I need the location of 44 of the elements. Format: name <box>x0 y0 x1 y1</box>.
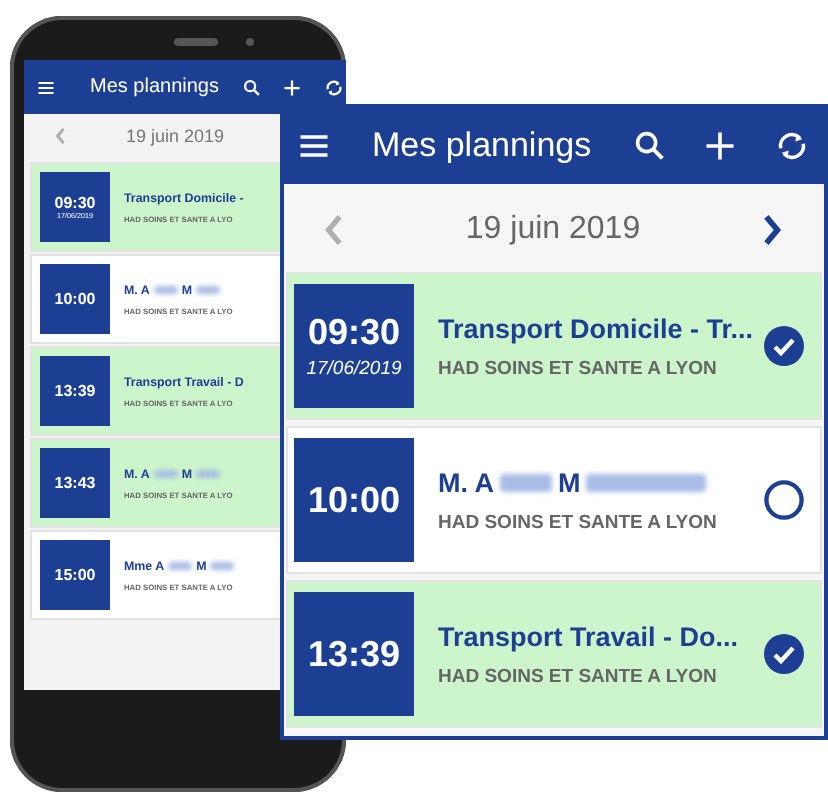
appointment-time: 10:00 <box>54 290 96 308</box>
screen-title: Mes plannings <box>90 76 219 98</box>
organization-name: HAD SOINS ET SANTE A LYON <box>438 665 719 687</box>
appointment-time: 13:39 <box>307 633 401 675</box>
search-icon[interactable] <box>631 128 668 164</box>
add-icon[interactable] <box>282 77 303 97</box>
appointment-card[interactable]: 10:00 M. A M HAD SOINS ET SANTE A LYON <box>288 428 820 572</box>
day-label: 19 juin 2019 <box>465 211 641 247</box>
redaction-blur <box>210 562 235 570</box>
appointment-card[interactable]: 09:30 17/06/2019 Transport Domicile - Tr... HAD SOINS ET SANTE A LYON <box>288 274 820 418</box>
redaction-blur <box>586 473 707 491</box>
appointment-title: Transport Domicile - Tr... <box>438 313 756 343</box>
patient-name: M <box>558 467 581 497</box>
check-circle-icon[interactable] <box>764 326 804 366</box>
redaction-blur <box>153 470 178 478</box>
patient-name: M. A <box>438 467 494 497</box>
redaction-blur <box>168 562 193 570</box>
appointment-time: 13:43 <box>54 474 96 492</box>
redaction-blur <box>196 286 220 294</box>
appointment-time: 13:39 <box>54 382 96 400</box>
refresh-icon[interactable] <box>773 128 810 164</box>
appointment-time: 15:00 <box>54 566 96 584</box>
day-label: 19 juin 2019 <box>126 126 225 146</box>
screen-title: Mes plannings <box>372 126 592 166</box>
appointment-card[interactable]: 13:39 Transport Travail - Do... HAD SOINS ET SANTE A LYON <box>288 582 820 726</box>
empty-circle-icon[interactable] <box>764 480 804 520</box>
appointment-time: 09:30 <box>54 194 96 212</box>
check-circle-icon[interactable] <box>764 634 804 674</box>
search-icon[interactable] <box>242 77 263 97</box>
appointment-date: 17/06/2019 <box>306 358 402 380</box>
redaction-blur <box>153 286 178 294</box>
organization-name: HAD SOINS ET SANTE A LYON <box>438 511 719 533</box>
appointment-time: 09:30 <box>307 312 401 354</box>
camera-drawing <box>246 38 254 46</box>
speaker-drawing <box>174 38 218 46</box>
redaction-blur <box>196 470 220 478</box>
add-icon[interactable] <box>701 128 738 164</box>
redaction-blur <box>500 473 552 491</box>
menu-icon[interactable] <box>36 77 56 97</box>
next-day-icon[interactable] <box>762 211 784 247</box>
appointment-time: 10:00 <box>307 479 401 521</box>
organization-name: HAD SOINS ET SANTE A LYON <box>438 357 719 379</box>
appointment-title: Transport Travail - Do... <box>438 621 741 651</box>
refresh-icon[interactable] <box>324 77 345 97</box>
